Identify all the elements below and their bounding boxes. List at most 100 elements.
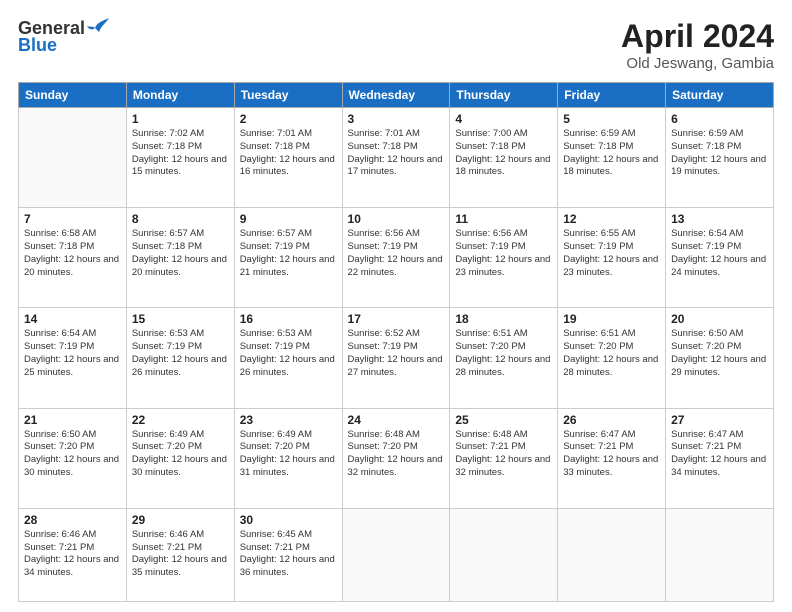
calendar-day-cell: 26 Sunrise: 6:47 AMSunset: 7:21 PMDayligh… [558,408,666,508]
calendar-header-row: Sunday Monday Tuesday Wednesday Thursday… [19,83,774,108]
day-info: Sunrise: 6:58 AMSunset: 7:18 PMDaylight:… [24,228,121,279]
calendar-week-row: 7 Sunrise: 6:58 AMSunset: 7:18 PMDaylight… [19,208,774,308]
day-number: 28 [24,513,121,527]
day-number: 29 [132,513,229,527]
header: General Blue April 2024 Old Jeswang, Gam… [18,18,774,72]
day-info: Sunrise: 6:56 AMSunset: 7:19 PMDaylight:… [348,228,445,279]
day-info: Sunrise: 6:59 AMSunset: 7:18 PMDaylight:… [671,128,768,179]
col-saturday: Saturday [666,83,774,108]
day-number: 5 [563,112,660,126]
day-number: 7 [24,212,121,226]
calendar-day-cell: 9 Sunrise: 6:57 AMSunset: 7:19 PMDaylight… [234,208,342,308]
calendar-week-row: 14 Sunrise: 6:54 AMSunset: 7:19 PMDayligh… [19,308,774,408]
day-info: Sunrise: 6:51 AMSunset: 7:20 PMDaylight:… [455,328,552,379]
day-number: 27 [671,413,768,427]
day-number: 21 [24,413,121,427]
calendar-day-cell: 14 Sunrise: 6:54 AMSunset: 7:19 PMDayligh… [19,308,127,408]
calendar-day-cell [450,508,558,601]
day-info: Sunrise: 7:01 AMSunset: 7:18 PMDaylight:… [240,128,337,179]
calendar-day-cell: 5 Sunrise: 6:59 AMSunset: 7:18 PMDaylight… [558,108,666,208]
day-info: Sunrise: 6:54 AMSunset: 7:19 PMDaylight:… [671,228,768,279]
calendar-location: Old Jeswang, Gambia [621,55,774,72]
day-info: Sunrise: 6:50 AMSunset: 7:20 PMDaylight:… [24,429,121,480]
day-info: Sunrise: 6:56 AMSunset: 7:19 PMDaylight:… [455,228,552,279]
calendar-day-cell: 20 Sunrise: 6:50 AMSunset: 7:20 PMDayligh… [666,308,774,408]
day-number: 11 [455,212,552,226]
day-number: 1 [132,112,229,126]
day-number: 15 [132,312,229,326]
day-number: 6 [671,112,768,126]
day-number: 26 [563,413,660,427]
calendar-day-cell: 13 Sunrise: 6:54 AMSunset: 7:19 PMDayligh… [666,208,774,308]
calendar-day-cell: 8 Sunrise: 6:57 AMSunset: 7:18 PMDaylight… [126,208,234,308]
calendar-day-cell [19,108,127,208]
day-info: Sunrise: 6:59 AMSunset: 7:18 PMDaylight:… [563,128,660,179]
calendar-day-cell: 4 Sunrise: 7:00 AMSunset: 7:18 PMDaylight… [450,108,558,208]
day-info: Sunrise: 6:46 AMSunset: 7:21 PMDaylight:… [24,529,121,580]
day-number: 30 [240,513,337,527]
day-info: Sunrise: 6:57 AMSunset: 7:19 PMDaylight:… [240,228,337,279]
calendar-day-cell: 27 Sunrise: 6:47 AMSunset: 7:21 PMDayligh… [666,408,774,508]
day-info: Sunrise: 6:47 AMSunset: 7:21 PMDaylight:… [563,429,660,480]
calendar-day-cell: 22 Sunrise: 6:49 AMSunset: 7:20 PMDayligh… [126,408,234,508]
calendar-day-cell: 28 Sunrise: 6:46 AMSunset: 7:21 PMDayligh… [19,508,127,601]
calendar-day-cell: 23 Sunrise: 6:49 AMSunset: 7:20 PMDayligh… [234,408,342,508]
col-sunday: Sunday [19,83,127,108]
day-info: Sunrise: 6:57 AMSunset: 7:18 PMDaylight:… [132,228,229,279]
calendar-day-cell [666,508,774,601]
day-info: Sunrise: 6:48 AMSunset: 7:20 PMDaylight:… [348,429,445,480]
calendar-day-cell: 11 Sunrise: 6:56 AMSunset: 7:19 PMDayligh… [450,208,558,308]
day-number: 9 [240,212,337,226]
calendar-day-cell: 12Sunrise: 6:55 AMSunset: 7:19 PMDayligh… [558,208,666,308]
col-friday: Friday [558,83,666,108]
day-info: Sunrise: 6:49 AMSunset: 7:20 PMDaylight:… [132,429,229,480]
day-info: Sunrise: 6:50 AMSunset: 7:20 PMDaylight:… [671,328,768,379]
day-number: 10 [348,212,445,226]
calendar-day-cell [558,508,666,601]
logo: General Blue [18,18,109,56]
calendar-day-cell: 30 Sunrise: 6:45 AMSunset: 7:21 PMDayligh… [234,508,342,601]
calendar-day-cell: 29 Sunrise: 6:46 AMSunset: 7:21 PMDayligh… [126,508,234,601]
day-number: 14 [24,312,121,326]
day-number: 23 [240,413,337,427]
calendar-day-cell [342,508,450,601]
day-number: 8 [132,212,229,226]
calendar-day-cell: 16Sunrise: 6:53 AMSunset: 7:19 PMDayligh… [234,308,342,408]
calendar-day-cell: 6 Sunrise: 6:59 AMSunset: 7:18 PMDaylight… [666,108,774,208]
day-number: 12 [563,212,660,226]
calendar-week-row: 21 Sunrise: 6:50 AMSunset: 7:20 PMDayligh… [19,408,774,508]
calendar-week-row: 1 Sunrise: 7:02 AMSunset: 7:18 PMDaylight… [19,108,774,208]
day-number: 22 [132,413,229,427]
logo-bird-icon [87,18,109,38]
calendar-table: Sunday Monday Tuesday Wednesday Thursday… [18,82,774,602]
calendar-day-cell: 21 Sunrise: 6:50 AMSunset: 7:20 PMDayligh… [19,408,127,508]
day-info: Sunrise: 6:49 AMSunset: 7:20 PMDaylight:… [240,429,337,480]
day-info: Sunrise: 7:00 AMSunset: 7:18 PMDaylight:… [455,128,552,179]
calendar-day-cell: 3Sunrise: 7:01 AMSunset: 7:18 PMDaylight… [342,108,450,208]
day-number: 4 [455,112,552,126]
col-tuesday: Tuesday [234,83,342,108]
calendar-week-row: 28 Sunrise: 6:46 AMSunset: 7:21 PMDayligh… [19,508,774,601]
calendar-day-cell: 2Sunrise: 7:01 AMSunset: 7:18 PMDaylight… [234,108,342,208]
calendar-day-cell: 7 Sunrise: 6:58 AMSunset: 7:18 PMDaylight… [19,208,127,308]
day-number: 13 [671,212,768,226]
logo-blue-text: Blue [18,35,57,56]
calendar-title: April 2024 [621,18,774,55]
day-info: Sunrise: 6:46 AMSunset: 7:21 PMDaylight:… [132,529,229,580]
day-number: 25 [455,413,552,427]
calendar-day-cell: 15 Sunrise: 6:53 AMSunset: 7:19 PMDayligh… [126,308,234,408]
day-info: Sunrise: 6:47 AMSunset: 7:21 PMDaylight:… [671,429,768,480]
calendar-day-cell: 10 Sunrise: 6:56 AMSunset: 7:19 PMDayligh… [342,208,450,308]
calendar-day-cell: 24Sunrise: 6:48 AMSunset: 7:20 PMDayligh… [342,408,450,508]
title-block: April 2024 Old Jeswang, Gambia [621,18,774,72]
day-number: 18 [455,312,552,326]
day-info: Sunrise: 6:45 AMSunset: 7:21 PMDaylight:… [240,529,337,580]
day-info: Sunrise: 7:02 AMSunset: 7:18 PMDaylight:… [132,128,229,179]
day-info: Sunrise: 6:54 AMSunset: 7:19 PMDaylight:… [24,328,121,379]
page: General Blue April 2024 Old Jeswang, Gam… [0,0,792,612]
calendar-day-cell: 17Sunrise: 6:52 AMSunset: 7:19 PMDayligh… [342,308,450,408]
day-info: Sunrise: 6:53 AMSunset: 7:19 PMDaylight:… [132,328,229,379]
day-number: 17 [348,312,445,326]
calendar-day-cell: 1 Sunrise: 7:02 AMSunset: 7:18 PMDaylight… [126,108,234,208]
day-number: 20 [671,312,768,326]
